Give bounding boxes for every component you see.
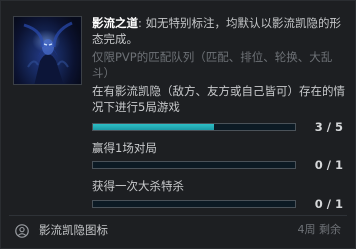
challenge-title: 影流之道 [92, 16, 138, 30]
hero-portrait-image [13, 16, 82, 85]
user-circle-icon [15, 223, 29, 238]
task-3-progress-bar [92, 200, 296, 208]
footer-divider [9, 215, 347, 216]
time-remaining: 4周 剩余 [297, 223, 342, 236]
task-1-text: 在有影流凯隐（敌方、友方或自己皆可）存在的情况下进行5局游戏 [92, 84, 345, 114]
task-2-progress-bar [92, 161, 296, 169]
queue-restriction: 仅限PVP的匹配队列（匹配、排位、轮换、大乱斗） [92, 50, 333, 80]
challenge-description: 影流之道: 如无特别标注，均默认以影流凯隐的形态完成。 [92, 16, 342, 47]
task-1-progress-fill [93, 124, 215, 130]
task-1-progress-bar [92, 123, 296, 131]
challenge-card: 影流之道: 如无特别标注，均默认以影流凯隐的形态完成。 仅限PVP的匹配队列（匹… [0, 0, 356, 249]
task-3-text: 获得一次大杀特杀 [92, 179, 184, 193]
task-3-count: 0 / 1 [314, 197, 343, 211]
task-2-text: 赢得1场对局 [92, 141, 157, 155]
task-2-count: 0 / 1 [314, 158, 343, 172]
task-1-count: 3 / 5 [314, 120, 343, 134]
reward-label: 影流凯隐图标 [39, 223, 108, 237]
